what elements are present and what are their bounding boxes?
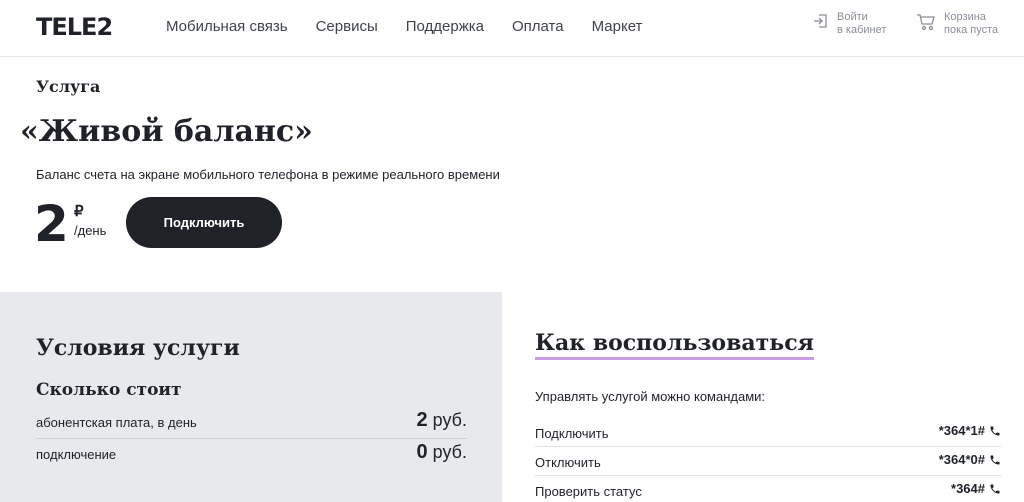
login-icon (814, 14, 827, 28)
cost-unit: руб. (432, 410, 467, 430)
command-label: Подключить (535, 426, 609, 441)
cost-label: абонентская плата, в день (36, 415, 197, 430)
nav-support[interactable]: Поддержка (406, 18, 484, 35)
price-period: /день (74, 223, 107, 238)
command-row: Отключить *364*0# (535, 447, 1001, 476)
tele2-logo[interactable]: TELE2 (36, 13, 113, 41)
command-code: *364*1# (938, 423, 985, 438)
service-kicker: Услуга (36, 77, 101, 96)
cost-amount: 0 (416, 441, 428, 463)
cost-amount: 2 (416, 409, 428, 431)
command-code: *364# (951, 481, 985, 496)
command-row: Подключить *364*1# (535, 418, 1001, 447)
nav-market[interactable]: Маркет (592, 18, 643, 35)
nav-mobile[interactable]: Мобильная связь (166, 18, 288, 35)
cart-icon (917, 14, 935, 31)
command-label: Отключить (535, 455, 601, 470)
command-code-link[interactable]: *364*0# (939, 452, 1001, 467)
price-value: 2 (34, 195, 69, 253)
cost-value: 2 руб. (417, 409, 467, 432)
cart-link[interactable]: Корзина пока пуста (916, 11, 998, 37)
cost-row: подключение 0 руб. (36, 439, 467, 471)
service-description: Баланс счета на экране мобильного телефо… (36, 167, 500, 182)
command-code-link[interactable]: *364*1# (939, 423, 1001, 438)
howto-intro: Управлять услугой можно командами: (535, 389, 766, 404)
conditions-title: Условия услуги (36, 335, 240, 361)
command-code-link[interactable]: *364# (951, 481, 1001, 496)
conditions-panel: Условия услуги Сколько стоит абонентская… (0, 292, 502, 502)
command-row: Проверить статус *364# (535, 476, 1001, 502)
nav-payment[interactable]: Оплата (512, 18, 564, 35)
phone-icon (990, 484, 1000, 493)
page-title: «Живой баланс» (20, 114, 313, 149)
login-line1: Войти (837, 11, 868, 23)
phone-icon (990, 426, 1000, 435)
cart-line2: пока пуста (944, 24, 999, 36)
cost-row: абонентская плата, в день 2 руб. (36, 407, 467, 439)
site-header: TELE2 Мобильная связь Сервисы Поддержка … (0, 0, 1024, 57)
cost-label: подключение (36, 447, 117, 462)
login-line2: в кабинет (837, 24, 887, 36)
howto-title: Как воспользоваться (535, 330, 814, 360)
cost-subtitle: Сколько стоит (36, 380, 182, 400)
login-link[interactable]: Войти в кабинет (813, 11, 886, 37)
price-currency: ₽ (74, 203, 84, 220)
cost-value: 0 руб. (417, 441, 467, 464)
command-label: Проверить статус (535, 484, 642, 499)
phone-icon (990, 455, 1000, 464)
cost-unit: руб. (432, 442, 467, 462)
main-nav: Мобильная связь Сервисы Поддержка Оплата… (166, 18, 670, 35)
cart-line1: Корзина (944, 11, 986, 23)
howto-panel: Как воспользоваться Управлять услугой мо… (502, 292, 1024, 502)
nav-services[interactable]: Сервисы (316, 18, 378, 35)
connect-button[interactable]: Подключить (126, 197, 282, 248)
command-code: *364*0# (938, 452, 985, 467)
